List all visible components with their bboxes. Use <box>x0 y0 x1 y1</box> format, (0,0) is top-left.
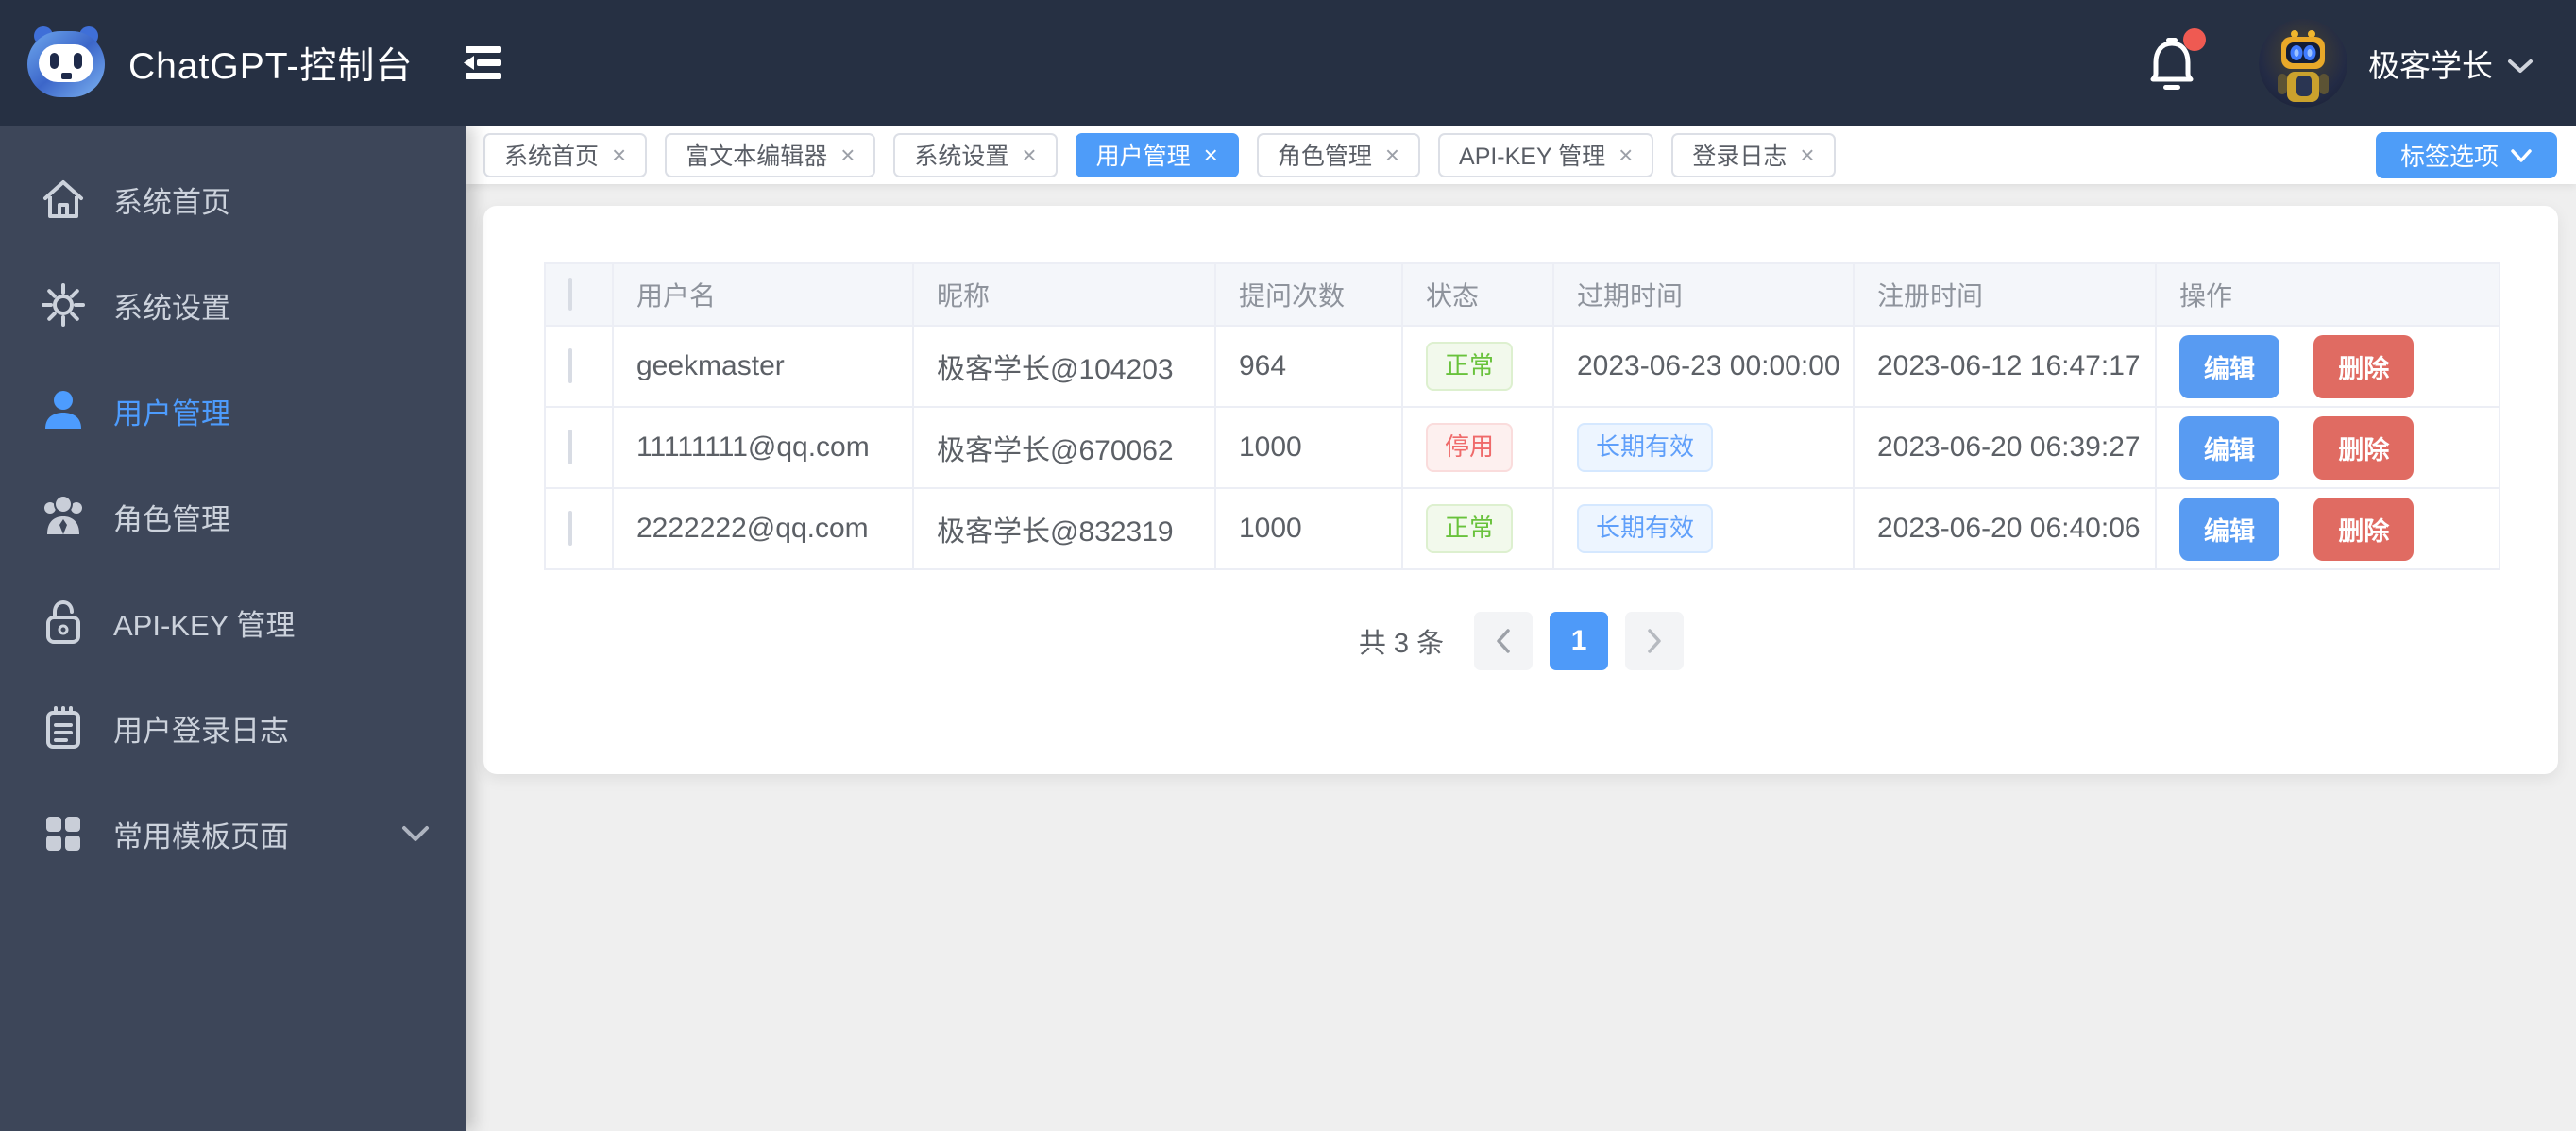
tab-api-key[interactable]: API-KEY 管理 × <box>1438 132 1654 177</box>
col-header-username: 用户名 <box>612 262 914 327</box>
cell-username: 2222222@qq.com <box>612 487 914 570</box>
user-table: 用户名 昵称 提问次数 状态 过期时间 注册时间 操作 geekmaster 极… <box>544 262 2500 570</box>
roles-icon <box>44 495 82 534</box>
sidebar-item-label: 系统设置 <box>113 291 230 325</box>
pagination-next-button[interactable] <box>1625 612 1685 670</box>
sidebar-item-login-log[interactable]: 用户登录日志 <box>0 679 466 777</box>
home-icon <box>43 180 83 218</box>
notifications-button[interactable] <box>2147 27 2206 91</box>
log-icon <box>46 706 80 749</box>
col-header-registered: 注册时间 <box>1853 262 2157 327</box>
expire-badge: 长期有效 <box>1577 423 1714 472</box>
table-row: 2222222@qq.com 极客学长@832319 1000 正常 长期有效 … <box>544 487 2500 570</box>
delete-button[interactable]: 删除 <box>2313 334 2415 398</box>
chevron-down-icon[interactable] <box>2506 57 2534 76</box>
cell-nickname: 极客学长@832319 <box>912 487 1216 570</box>
tab-rich-text-editor[interactable]: 富文本编辑器 × <box>665 132 876 177</box>
cell-count: 1000 <box>1214 487 1403 570</box>
chevron-down-icon <box>2511 148 2532 162</box>
status-badge: 停用 <box>1426 423 1514 472</box>
close-icon[interactable]: × <box>1385 143 1399 167</box>
sidebar: 系统首页 系统设置 用户管理 角色管理 API-KEY 管理 用户登录日志 常用… <box>0 126 466 1131</box>
cell-nickname: 极客学长@670062 <box>912 406 1216 489</box>
pagination-total: 共 3 条 <box>1358 629 1445 659</box>
chevron-right-icon <box>1648 629 1661 653</box>
row-checkbox[interactable] <box>568 348 572 383</box>
sidebar-item-label: 用户登录日志 <box>113 714 289 748</box>
status-badge: 正常 <box>1426 342 1514 391</box>
grid-icon <box>46 817 80 851</box>
content-area: 用户名 昵称 提问次数 状态 过期时间 注册时间 操作 geekmaster 极… <box>466 184 2576 1131</box>
sidebar-item-label: 常用模板页面 <box>113 819 289 853</box>
top-header: ChatGPT-控制台 极客学长 <box>0 0 2576 126</box>
sidebar-item-label: 系统首页 <box>113 185 230 219</box>
col-header-expire: 过期时间 <box>1552 262 1855 327</box>
row-checkbox[interactable] <box>568 430 572 464</box>
select-all-checkbox[interactable] <box>568 278 572 311</box>
chevron-left-icon <box>1497 629 1510 653</box>
close-icon[interactable]: × <box>1204 143 1218 167</box>
edit-button[interactable]: 编辑 <box>2179 497 2279 561</box>
table-row: geekmaster 极客学长@104203 964 正常 2023-06-23… <box>544 325 2500 408</box>
cell-registered: 2023-06-20 06:40:06 <box>1853 487 2157 570</box>
pagination: 共 3 条 1 <box>544 612 2499 670</box>
status-badge: 正常 <box>1426 504 1514 553</box>
tab-user-management[interactable]: 用户管理 × <box>1075 132 1239 177</box>
lock-icon <box>46 599 80 644</box>
tab-role-management[interactable]: 角色管理 × <box>1256 132 1421 177</box>
app-title: ChatGPT-控制台 <box>128 45 414 87</box>
close-icon[interactable]: × <box>612 143 626 167</box>
close-icon[interactable]: × <box>1022 143 1036 167</box>
close-icon[interactable]: × <box>1618 143 1633 167</box>
sidebar-item-user-management[interactable]: 用户管理 <box>0 362 466 460</box>
tab-bar: 系统首页 × 富文本编辑器 × 系统设置 × 用户管理 × 角色管理 × API… <box>466 126 2576 184</box>
notification-dot <box>2183 27 2206 51</box>
sidebar-item-label: 角色管理 <box>113 502 230 536</box>
sidebar-item-label: 用户管理 <box>113 397 230 430</box>
pagination-prev-button[interactable] <box>1474 612 1534 670</box>
delete-button[interactable]: 删除 <box>2313 415 2415 480</box>
app-window: ChatGPT-控制台 极客学长 系统首页 系统设置 用户管理 角色管理 API… <box>0 0 2576 1131</box>
gear-icon <box>42 283 85 327</box>
cell-registered: 2023-06-12 16:47:17 <box>1853 325 2157 408</box>
edit-button[interactable]: 编辑 <box>2179 334 2279 398</box>
sidebar-item-system-home[interactable]: 系统首页 <box>0 150 466 248</box>
cell-username: 11111111@qq.com <box>612 406 914 489</box>
tab-login-log[interactable]: 登录日志 × <box>1671 132 1836 177</box>
table-row: 11111111@qq.com 极客学长@670062 1000 停用 长期有效… <box>544 406 2500 489</box>
user-icon <box>45 391 81 429</box>
cell-username: geekmaster <box>612 325 914 408</box>
tag-options-button[interactable]: 标签选项 <box>2375 132 2557 178</box>
sidebar-item-role-management[interactable]: 角色管理 <box>0 467 466 566</box>
user-name[interactable]: 极客学长 <box>2368 41 2493 86</box>
col-header-nickname: 昵称 <box>912 262 1216 327</box>
sidebar-item-system-settings[interactable]: 系统设置 <box>0 256 466 354</box>
cell-count: 964 <box>1214 325 1403 408</box>
tab-system-home[interactable]: 系统首页 × <box>483 132 648 177</box>
col-header-count: 提问次数 <box>1214 262 1403 327</box>
cell-count: 1000 <box>1214 406 1403 489</box>
sidebar-item-api-key[interactable]: API-KEY 管理 <box>0 573 466 671</box>
cell-nickname: 极客学长@104203 <box>912 325 1216 408</box>
avatar[interactable] <box>2259 18 2347 108</box>
pagination-page-1[interactable]: 1 <box>1550 612 1609 670</box>
close-icon[interactable]: × <box>840 143 855 167</box>
user-table-card: 用户名 昵称 提问次数 状态 过期时间 注册时间 操作 geekmaster 极… <box>483 206 2558 774</box>
expire-badge: 长期有效 <box>1577 504 1714 553</box>
col-header-actions: 操作 <box>2155 262 2500 327</box>
robot-logo-icon <box>25 22 108 105</box>
cell-registered: 2023-06-20 06:39:27 <box>1853 406 2157 489</box>
sidebar-item-label: API-KEY 管理 <box>113 608 296 642</box>
edit-button[interactable]: 编辑 <box>2179 415 2279 480</box>
chevron-down-icon <box>400 824 431 843</box>
table-header-row: 用户名 昵称 提问次数 状态 过期时间 注册时间 操作 <box>544 262 2500 327</box>
tab-system-settings[interactable]: 系统设置 × <box>893 132 1058 177</box>
delete-button[interactable]: 删除 <box>2313 497 2415 561</box>
sidebar-item-template-pages[interactable]: 常用模板页面 <box>0 785 466 883</box>
close-icon[interactable]: × <box>1800 143 1814 167</box>
menu-fold-icon[interactable] <box>456 39 511 88</box>
row-checkbox[interactable] <box>568 511 572 546</box>
cell-expire: 2023-06-23 00:00:00 <box>1552 325 1855 408</box>
col-header-status: 状态 <box>1401 262 1554 327</box>
